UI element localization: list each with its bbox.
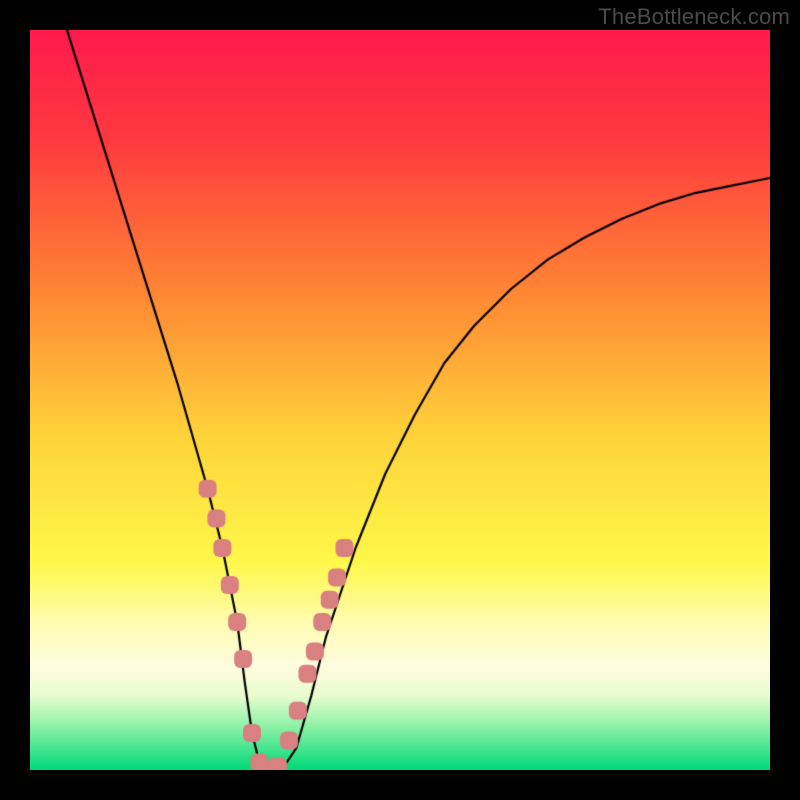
chart-frame: TheBottleneck.com [0,0,800,800]
curve-layer [30,30,770,770]
watermark-text: TheBottleneck.com [598,4,790,30]
